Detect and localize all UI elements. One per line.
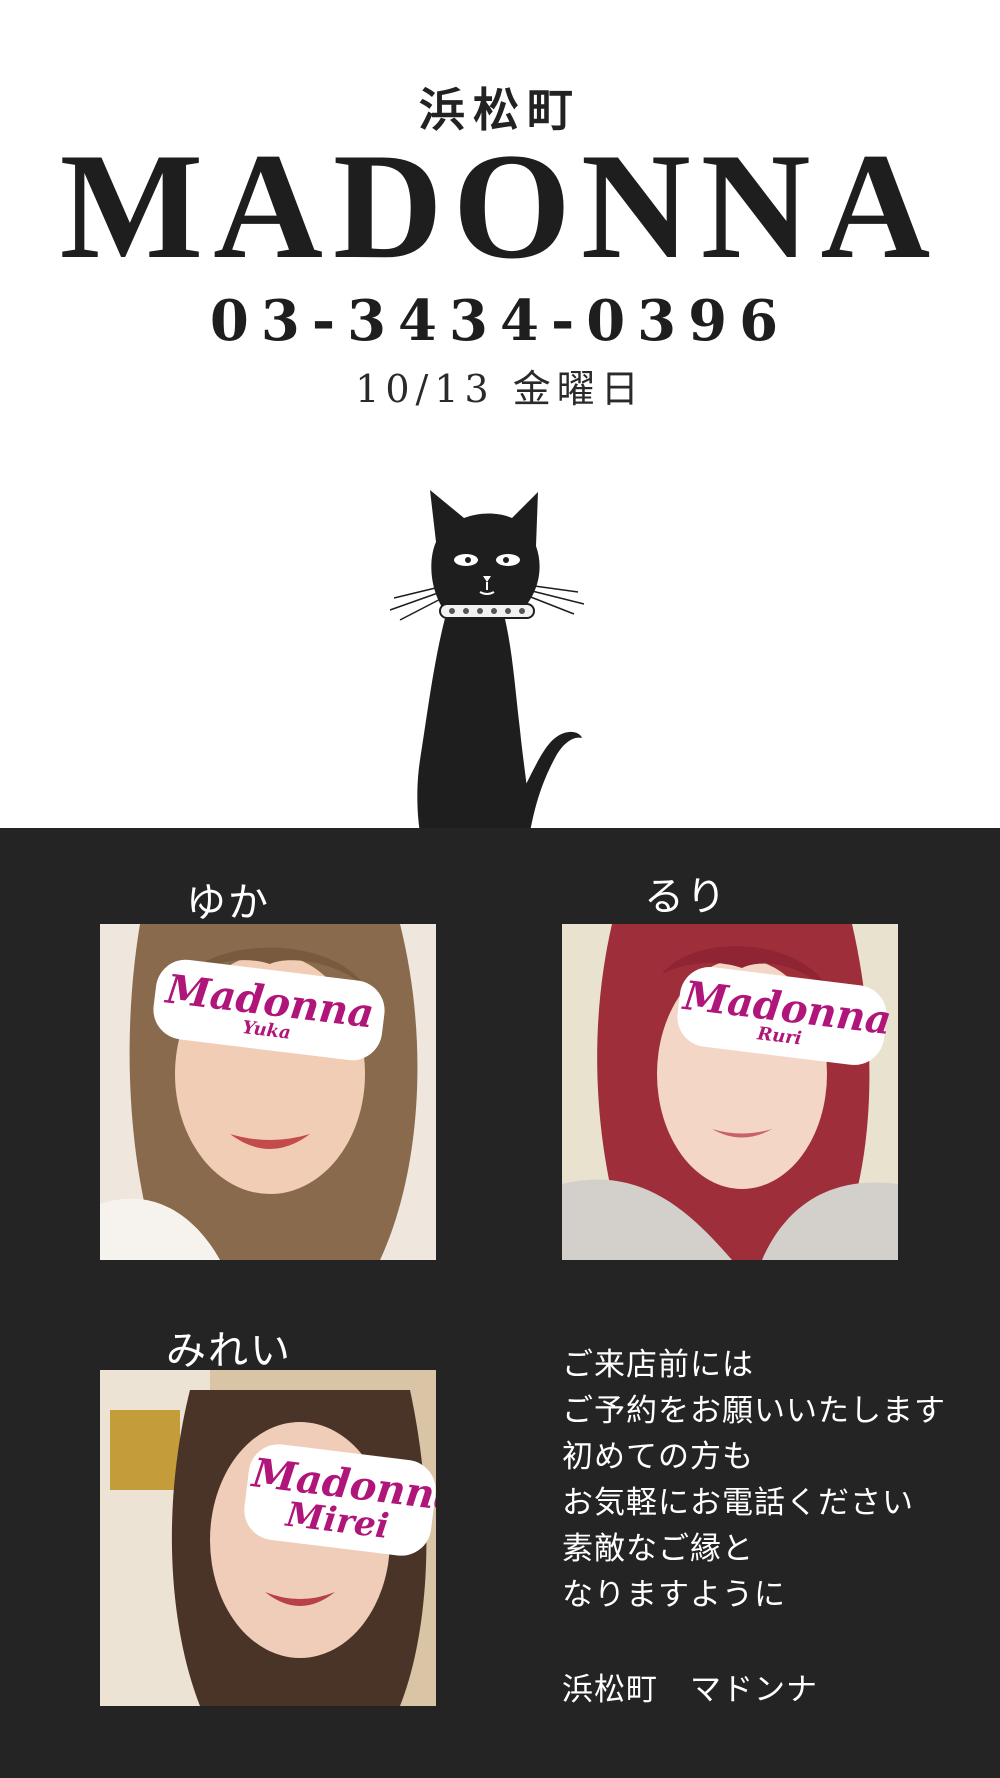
black-cat-illustration	[389, 490, 585, 832]
message-line: 素敵なご縁と	[562, 1531, 754, 1567]
cast-name-ruri: るり	[644, 874, 728, 920]
shop-signature: 浜松町 マドンナ	[562, 1672, 818, 1708]
message-line: 初めての方も	[562, 1439, 754, 1475]
message-block: ご来店前には ご予約をお願いいたします 初めての方も お気軽にお電話ください 素…	[562, 1342, 982, 1618]
message-line: ご来店前には	[562, 1347, 754, 1383]
message-line: なりますように	[562, 1577, 786, 1613]
phone-number[interactable]: 03-3434-0396	[0, 288, 1000, 354]
brand-title: MADONNA	[59, 122, 941, 290]
message-line: お気軽にお電話ください	[562, 1485, 914, 1521]
cast-photo-ruri[interactable]: Madonna Ruri	[562, 924, 898, 1260]
header-section: 浜松町 MADONNA 03-3434-0396 10/13 金曜日	[0, 0, 1000, 832]
date-label: 10/13 金曜日	[355, 367, 645, 411]
cast-name-mirei: みれい	[166, 1328, 292, 1374]
message-line: ご予約をお願いいたします	[562, 1393, 946, 1429]
cast-photo-yuka[interactable]: Madonna Yuka	[100, 924, 436, 1260]
cast-name-yuka: ゆか	[186, 880, 270, 926]
cast-photo-mirei[interactable]: Madonna Mirei	[100, 1370, 436, 1706]
